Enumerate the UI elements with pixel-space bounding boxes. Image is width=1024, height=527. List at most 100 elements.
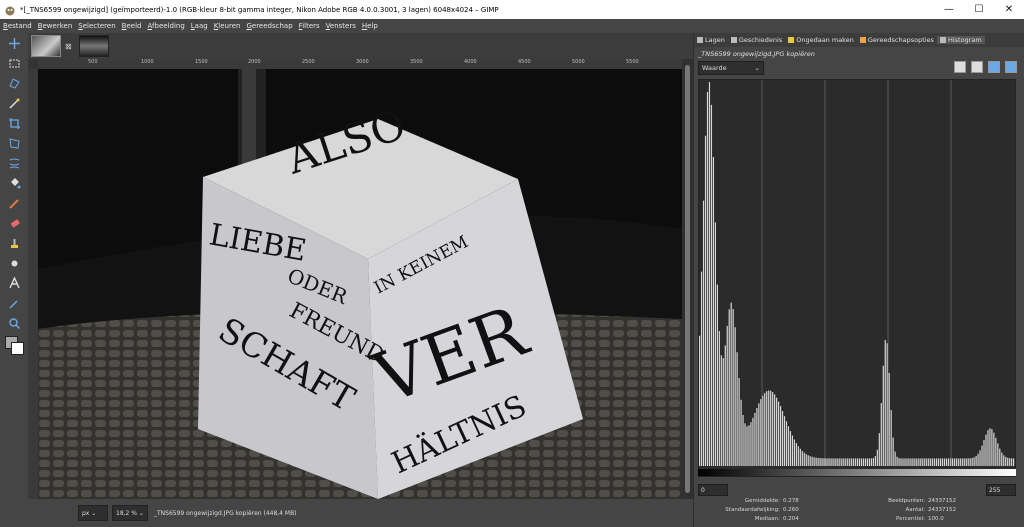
tool-smudge[interactable] <box>3 254 25 273</box>
tool-eraser[interactable] <box>3 214 25 233</box>
unit-select[interactable]: px ⌄ <box>78 505 108 521</box>
histogram-bar <box>857 458 859 466</box>
histogram-bar <box>801 450 803 466</box>
histogram-bar <box>770 390 772 466</box>
tool-bucket-fill[interactable] <box>3 174 25 193</box>
vertical-scrollbar[interactable] <box>682 59 693 499</box>
histogram-bar <box>815 457 817 466</box>
histogram-bar <box>706 91 709 467</box>
menu-gereedschap[interactable]: Gereedschap <box>243 22 295 30</box>
tool-paintbrush[interactable] <box>3 194 25 213</box>
tool-fuzzy-select[interactable] <box>3 94 25 113</box>
ruler-corner[interactable] <box>28 59 38 69</box>
menu-filters[interactable]: Filters <box>296 22 323 30</box>
tab-histogram[interactable]: Histogram <box>936 36 985 44</box>
histogram-bar <box>746 426 748 466</box>
tool-zoom[interactable] <box>3 314 25 333</box>
pixels-value: 24337152 <box>928 497 956 504</box>
histogram-bar <box>989 428 991 466</box>
linear-histogram-icon[interactable] <box>954 61 966 73</box>
image-canvas[interactable]: LIEBE ODER FREUND SCHAFT ALSO IN KEINEM … <box>38 69 682 499</box>
channel-select[interactable]: Waarde ⌄ <box>698 61 764 75</box>
menu-bestand[interactable]: Bestand <box>0 22 35 30</box>
histogram-bar <box>932 458 934 466</box>
percentile-label: Percentiel: <box>896 515 925 522</box>
status-info: _TNS6599 ongewijzigd.JPG kopiëren (448,4… <box>154 509 297 517</box>
menu-help[interactable]: Help <box>359 22 381 30</box>
minimize-button[interactable]: — <box>934 0 964 19</box>
histogram-bar <box>916 458 918 466</box>
tab-gereedschapsopties[interactable]: Gereedschapsopties <box>857 36 937 44</box>
histogram-bar <box>896 456 898 466</box>
close-tab-icon[interactable]: ⊠ <box>65 42 72 51</box>
tool-color-picker[interactable] <box>3 294 25 313</box>
chevron-down-icon: ⌄ <box>754 64 760 72</box>
histogram-bar <box>868 458 871 466</box>
range-min-input[interactable]: 0 <box>698 484 728 496</box>
tool-crop[interactable] <box>3 114 25 133</box>
close-window-button[interactable]: ✕ <box>994 0 1024 19</box>
histogram-graph[interactable] <box>698 79 1016 477</box>
median-label: Mediaan: <box>754 515 780 522</box>
tab-label: Lagen <box>705 36 725 44</box>
histogram-bar <box>740 399 742 466</box>
histogram-mode-icon[interactable] <box>1005 61 1017 73</box>
tab-ongedaan-maken[interactable]: Ongedaan maken <box>785 36 857 44</box>
histogram-bar <box>803 452 805 466</box>
rect-select-icon <box>9 59 19 68</box>
zoom-select[interactable]: 18,2 % ⌄ <box>112 505 148 521</box>
log-histogram-icon[interactable] <box>971 61 983 73</box>
histogram-bar <box>902 458 904 466</box>
undo-icon <box>788 37 795 43</box>
histogram-bar <box>704 135 707 466</box>
histogram-bar <box>839 458 841 466</box>
maximize-button[interactable]: ☐ <box>964 0 994 19</box>
background-color-swatch[interactable] <box>11 342 24 355</box>
image-tab-thumbnail[interactable] <box>31 35 61 57</box>
histogram-bar <box>732 309 734 466</box>
menu-kleuren[interactable]: Kleuren <box>211 22 244 30</box>
color-swatches[interactable] <box>3 334 25 358</box>
menu-laag[interactable]: Laag <box>188 22 211 30</box>
histogram-bar <box>712 156 715 466</box>
menu-selecteren[interactable]: Selecteren <box>75 22 118 30</box>
histogram-bar <box>912 458 914 466</box>
histogram-bar <box>890 410 892 466</box>
histogram-bar <box>853 458 855 466</box>
tool-free-select[interactable] <box>3 74 25 93</box>
range-max-input[interactable]: 255 <box>986 484 1016 496</box>
histogram-bar <box>778 401 780 466</box>
window-title: *[_TNS6599 ongewijzigd] (geïmporteerd)-1… <box>20 5 499 14</box>
menu-vensters[interactable]: Vensters <box>323 22 359 30</box>
histogram-bar <box>967 458 969 466</box>
tool-move[interactable] <box>3 34 25 53</box>
tool-rect-select[interactable] <box>3 54 25 73</box>
histogram-bar <box>825 458 827 466</box>
histogram-bar <box>849 458 851 466</box>
title-bar: *[_TNS6599 ongewijzigd] (geïmporteerd)-1… <box>0 0 1024 19</box>
histogram-stats: Gemiddelde: 0.278 Beeldpunten: 24337152 … <box>698 496 1016 523</box>
histogram-layer-name: _TNS6599 ongewijzigd.JPG kopiëren <box>698 50 815 58</box>
menu-afbeelding[interactable]: Afbeelding <box>144 22 187 30</box>
ruler-tick: 1500 <box>195 59 208 65</box>
value-gradient-bar <box>698 469 1016 476</box>
tab-lagen[interactable]: Lagen <box>694 36 728 44</box>
tab-geschiedenis[interactable]: Geschiedenis <box>728 36 785 44</box>
menu-beeld[interactable]: Beeld <box>119 22 145 30</box>
menu-bewerken[interactable]: Bewerken <box>35 22 76 30</box>
histogram-bar <box>708 82 711 466</box>
tool-warp[interactable] <box>3 154 25 173</box>
histogram-display-icon[interactable] <box>988 61 1000 73</box>
tool-unified-transform[interactable] <box>3 134 25 153</box>
tool-clone[interactable] <box>3 234 25 253</box>
histogram-bar <box>714 222 716 466</box>
tab-label: Histogram <box>947 36 982 44</box>
range-max-value: 255 <box>989 486 1001 494</box>
layers-icon <box>697 37 703 43</box>
status-bar: px ⌄ 18,2 % ⌄ _TNS6599 ongewijzigd.JPG k… <box>28 499 693 527</box>
tool-text[interactable] <box>3 274 25 293</box>
image-tab-thumbnail-2[interactable] <box>78 35 109 57</box>
scrollbar-thumb[interactable] <box>685 65 690 493</box>
ruler-tick: 4000 <box>464 59 477 65</box>
count-label: Aantal: <box>905 506 925 513</box>
